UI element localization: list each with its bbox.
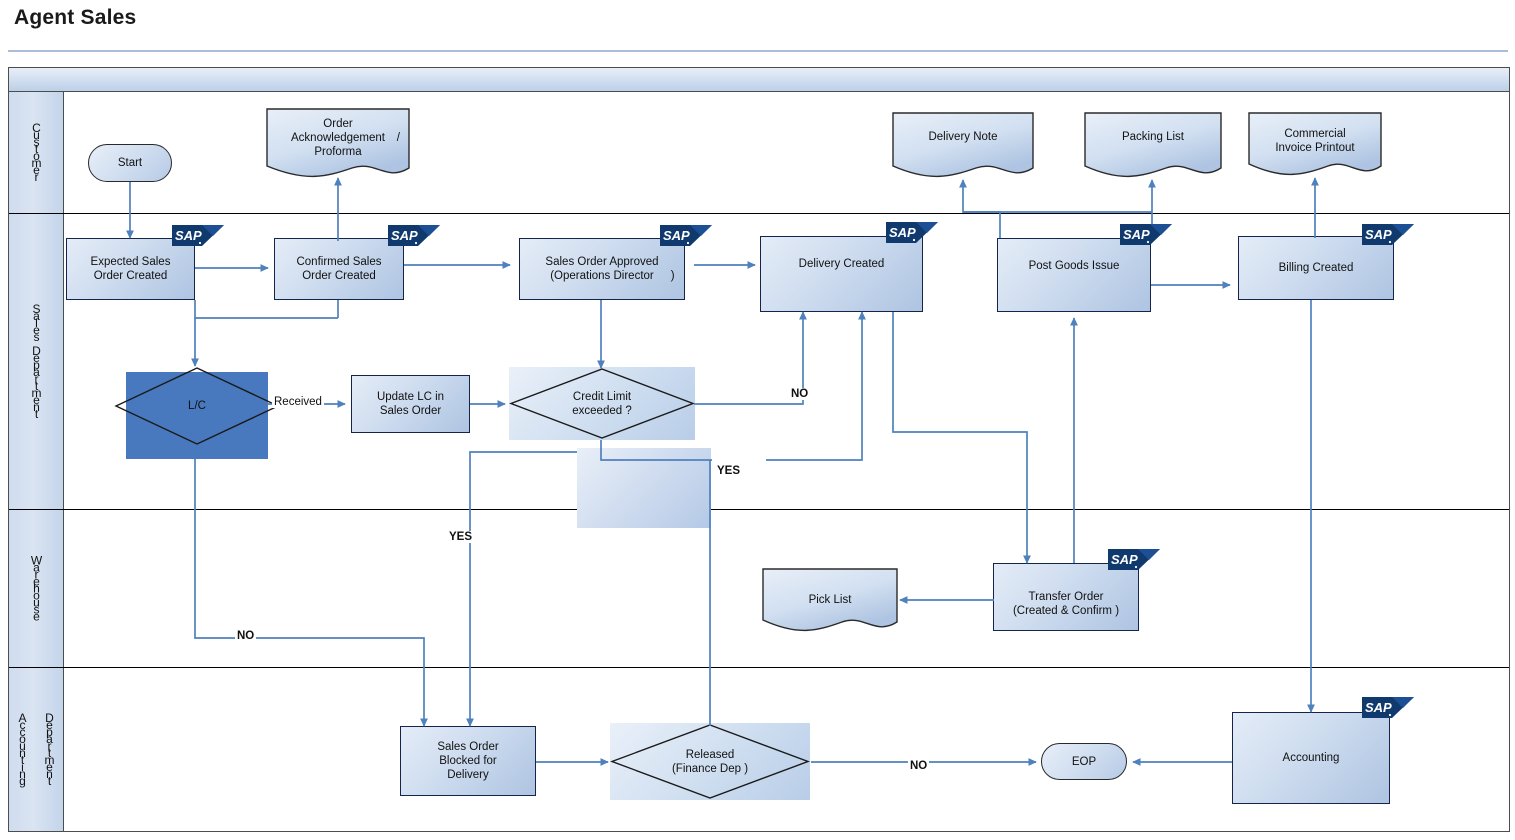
node-packing-list[interactable]: Packing List (1084, 112, 1222, 180)
svg-text:SAP: SAP (1365, 700, 1392, 715)
node-eop[interactable]: EOP (1041, 743, 1127, 780)
node-eop-label: EOP (1071, 755, 1097, 768)
svg-text:SAP: SAP (663, 228, 690, 243)
svg-text:SAP: SAP (889, 225, 916, 240)
sap-logo-glyph: SAP (660, 225, 712, 246)
flow-label-credit-yes: YES (715, 465, 743, 477)
lane-label-sales-department-text: Sales Department (31, 301, 42, 421)
sap-logo-glyph: SAP (886, 222, 938, 243)
node-pick-list[interactable]: Pick List (762, 568, 898, 634)
node-released-decision-label: Released (Finance Dep ) (671, 748, 749, 775)
lane-label-accounting-col-b: Department (44, 710, 55, 788)
empty-shape-block (577, 448, 711, 528)
flow-label-approved-yes: YES (447, 531, 475, 543)
node-start[interactable]: Start (88, 144, 172, 182)
node-released-decision[interactable]: Released (Finance Dep ) (610, 723, 810, 800)
svg-text:SAP: SAP (391, 228, 418, 243)
node-transfer-order[interactable]: Transfer Order (Created & Confirm ) (993, 563, 1139, 631)
node-accounting[interactable]: Accounting (1232, 712, 1390, 804)
flow-label-lc-no: NO (235, 630, 257, 642)
node-post-goods-issue-label: Post Goods Issue (1028, 260, 1120, 272)
title-divider (8, 50, 1508, 52)
node-transfer-order-label: Transfer Order (Created & Confirm ) (1012, 591, 1120, 617)
sap-logo-glyph: SAP (1108, 549, 1160, 570)
lane-label-customer-text: Customer (31, 120, 42, 184)
node-accounting-label: Accounting (1282, 752, 1340, 764)
sap-logo-glyph: SAP (1362, 697, 1414, 718)
sap-logo-icon: SAP (1120, 224, 1172, 245)
node-confirmed-sales-order-created[interactable]: Confirmed Sales Order Created (274, 238, 404, 300)
sap-logo-icon: SAP (1362, 697, 1414, 718)
flow-label-credit-no: NO (789, 388, 811, 400)
lane-label-sales-department: Sales Department (9, 214, 64, 509)
sap-logo-glyph: SAP (172, 225, 224, 246)
node-delivery-note[interactable]: Delivery Note (892, 112, 1034, 180)
node-lc-decision[interactable]: L/C (114, 366, 280, 446)
pool-header (9, 68, 1509, 92)
node-expected-sales-order-created[interactable]: Expected Sales Order Created (66, 238, 195, 300)
node-update-lc-in-sales-order-label: Update LC in Sales Order (376, 391, 445, 417)
flow-label-lc-received: Received (272, 396, 324, 408)
flow-label-released-no: NO (908, 760, 930, 772)
node-credit-limit-decision[interactable]: Credit Limit exceeded ? (509, 367, 695, 440)
node-packing-list-label: Packing List (1121, 131, 1184, 143)
sap-logo-icon: SAP (886, 222, 938, 243)
node-order-acknowledgement[interactable]: Order Acknowledgement / Proforma (266, 108, 410, 180)
lane-label-warehouse: Warehouse (9, 510, 64, 667)
node-lc-decision-label: L/C (188, 400, 206, 412)
lane-label-accounting-department: Accounting Department (9, 668, 64, 831)
sap-logo-glyph: SAP (388, 225, 440, 246)
node-post-goods-issue[interactable]: Post Goods Issue (997, 238, 1151, 312)
node-sales-order-blocked-for-delivery-label: Sales Order Blocked for Delivery (437, 741, 499, 781)
node-pick-list-label: Pick List (808, 594, 852, 606)
node-start-label: Start (117, 157, 143, 169)
node-sales-order-approved[interactable]: Sales Order Approved (Operations Directo… (519, 238, 685, 300)
page-title: Agent Sales (14, 6, 137, 29)
node-sales-order-blocked-for-delivery[interactable]: Sales Order Blocked for Delivery (400, 726, 536, 796)
sap-logo-icon: SAP (660, 225, 712, 246)
sap-logo-icon: SAP (1108, 549, 1160, 570)
svg-text:SAP: SAP (1365, 227, 1392, 242)
sap-logo-icon: SAP (172, 225, 224, 246)
lane-label-accounting-col-a: Accounting (18, 710, 27, 788)
node-commercial-invoice-printout-label: Commercial Invoice Printout (1275, 128, 1355, 154)
lane-warehouse: Warehouse (9, 510, 1509, 668)
node-update-lc-in-sales-order[interactable]: Update LC in Sales Order (351, 375, 470, 433)
node-credit-limit-decision-label: Credit Limit exceeded ? (572, 390, 632, 417)
sap-logo-icon: SAP (388, 225, 440, 246)
node-delivery-note-label: Delivery Note (928, 131, 998, 143)
node-confirmed-sales-order-created-label: Confirmed Sales Order Created (296, 256, 382, 282)
lane-label-customer: Customer (9, 92, 64, 213)
sap-logo-icon: SAP (1362, 224, 1414, 245)
node-expected-sales-order-created-label: Expected Sales Order Created (90, 256, 171, 282)
node-billing-created[interactable]: Billing Created (1238, 236, 1394, 300)
node-billing-created-label: Billing Created (1278, 262, 1354, 274)
lane-label-warehouse-text: Warehouse (30, 553, 43, 623)
so-approved-close-paren: ) (670, 270, 675, 282)
order-ack-slash: / (396, 132, 400, 144)
node-delivery-created-label: Delivery Created (798, 258, 885, 270)
node-commercial-invoice-printout[interactable]: Commercial Invoice Printout (1248, 112, 1382, 178)
sap-logo-glyph: SAP (1120, 224, 1172, 245)
svg-text:SAP: SAP (1111, 552, 1138, 567)
svg-text:SAP: SAP (1123, 227, 1150, 242)
sap-logo-glyph: SAP (1362, 224, 1414, 245)
svg-text:SAP: SAP (175, 228, 202, 243)
node-order-acknowledgement-label: Order Acknowledgement / Proforma (291, 118, 400, 158)
node-sales-order-approved-label: Sales Order Approved (Operations Directo… (545, 256, 675, 282)
node-delivery-created[interactable]: Delivery Created (760, 236, 923, 312)
